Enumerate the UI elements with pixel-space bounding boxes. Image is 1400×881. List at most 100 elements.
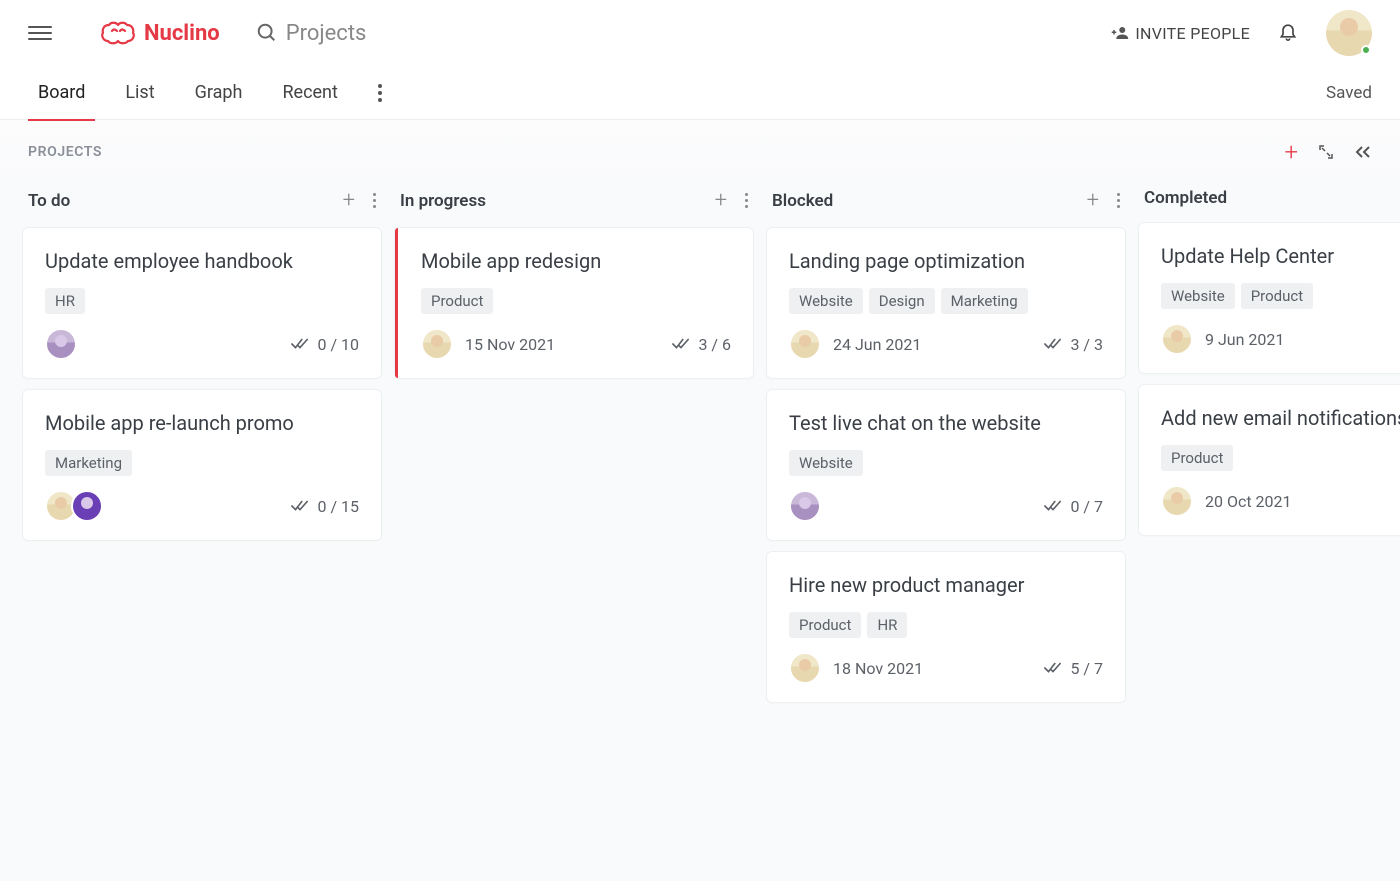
progress-text: 0 / 7 xyxy=(1070,497,1103,516)
tag: HR xyxy=(867,612,907,638)
search-icon xyxy=(256,22,278,44)
tag: Marketing xyxy=(45,450,132,476)
checklist-icon xyxy=(1044,661,1062,675)
board-card[interactable]: Test live chat on the websiteWebsite0 / … xyxy=(766,389,1126,541)
column-header: Completed xyxy=(1138,182,1400,222)
checklist-icon xyxy=(291,337,309,351)
tab-list[interactable]: List xyxy=(115,66,164,120)
column-header: In progress + xyxy=(394,182,754,227)
column-completed: Completed Update Help CenterWebsiteProduc… xyxy=(1138,182,1400,881)
online-status-dot xyxy=(1361,45,1371,55)
card-assignees xyxy=(45,328,77,360)
checklist-icon xyxy=(1044,337,1062,351)
card-footer: 0 / 15 xyxy=(45,490,359,522)
card-footer: 20 Oct 2021 xyxy=(1161,485,1400,517)
card-tags: Product xyxy=(421,288,731,314)
kanban-board: To do+Update employee handbookHR0 / 10Mo… xyxy=(0,182,1400,881)
card-footer: 9 Jun 2021 xyxy=(1161,323,1400,355)
board-card[interactable]: Mobile app redesign Product 15 Nov 2021 3 /… xyxy=(394,227,754,379)
card-progress: 3 / 6 xyxy=(672,335,731,354)
tag: Website xyxy=(789,450,863,476)
card-assignees xyxy=(1161,323,1193,355)
assignee-avatar xyxy=(789,652,821,684)
column-title: To do xyxy=(28,191,70,211)
search[interactable]: Projects xyxy=(256,21,367,46)
board-card[interactable]: Mobile app re-launch promo Marketing 0 / 1… xyxy=(22,389,382,541)
card-progress: 0 / 10 xyxy=(291,335,359,354)
card-title: Update employee handbook xyxy=(45,248,359,274)
column-in-progress: In progress + Mobile app redesign Product 15… xyxy=(394,182,754,881)
column-add-button[interactable]: + xyxy=(715,188,727,213)
view-tabs: BoardListGraphRecent Saved xyxy=(0,66,1400,120)
card-tags: WebsiteProduct xyxy=(1161,283,1400,309)
card-progress: 0 / 15 xyxy=(291,497,359,516)
more-views-button[interactable] xyxy=(368,74,392,112)
tab-board[interactable]: Board xyxy=(28,66,95,120)
assignee-avatar xyxy=(1161,485,1193,517)
card-tags: Marketing xyxy=(45,450,359,476)
notifications-button[interactable] xyxy=(1278,20,1298,46)
board-card[interactable]: Update Help CenterWebsiteProduct9 Jun 20… xyxy=(1138,222,1400,374)
column-blocked: Blocked + Landing page optimization Website… xyxy=(766,182,1126,881)
expand-icon xyxy=(1318,144,1334,160)
progress-text: 3 / 6 xyxy=(698,335,731,354)
tag: Product xyxy=(1161,445,1233,471)
app-header: Nuclino Projects INVITE PEOPLE xyxy=(0,0,1400,66)
expand-button[interactable] xyxy=(1318,144,1334,160)
card-title: Add new email notifications xyxy=(1161,405,1400,431)
tag: Marketing xyxy=(941,288,1028,314)
card-footer: 18 Nov 20215 / 7 xyxy=(789,652,1103,684)
column-menu-button[interactable] xyxy=(745,193,748,208)
card-assignees xyxy=(789,490,821,522)
progress-text: 0 / 15 xyxy=(317,497,359,516)
column-menu-button[interactable] xyxy=(1117,193,1120,208)
tag: Website xyxy=(1161,283,1235,309)
card-tags: ProductHR xyxy=(789,612,1103,638)
bell-icon xyxy=(1278,20,1298,42)
progress-text: 0 / 10 xyxy=(317,335,359,354)
collapse-panel-button[interactable] xyxy=(1354,144,1372,160)
logo-text: Nuclino xyxy=(144,21,220,46)
invite-label: INVITE PEOPLE xyxy=(1135,24,1250,43)
card-tags: Product xyxy=(1161,445,1400,471)
card-date: 24 Jun 2021 xyxy=(833,335,921,354)
checklist-icon xyxy=(291,499,309,513)
tab-graph[interactable]: Graph xyxy=(185,66,253,120)
checklist-icon xyxy=(672,337,690,351)
assignee-avatar xyxy=(789,328,821,360)
column-title: Blocked xyxy=(772,191,833,211)
chevrons-left-icon xyxy=(1354,144,1372,160)
card-date: 18 Nov 2021 xyxy=(833,659,923,678)
board-card[interactable]: Hire new product managerProductHR18 Nov … xyxy=(766,551,1126,703)
tag: Website xyxy=(789,288,863,314)
card-title: Mobile app re-launch promo xyxy=(45,410,359,436)
column-add-button[interactable]: + xyxy=(1087,188,1099,213)
card-title: Mobile app redesign xyxy=(421,248,731,274)
user-avatar[interactable] xyxy=(1326,10,1372,56)
board-card[interactable]: Update employee handbookHR0 / 10 xyxy=(22,227,382,379)
board-card[interactable]: Landing page optimizationWebsiteDesignMa… xyxy=(766,227,1126,379)
add-card-button[interactable]: + xyxy=(1284,138,1298,166)
brain-icon xyxy=(100,19,138,47)
column-title: Completed xyxy=(1144,188,1227,208)
column-header: Blocked + xyxy=(766,182,1126,227)
assignee-avatar xyxy=(789,490,821,522)
column-menu-button[interactable] xyxy=(373,193,376,208)
tag: Product xyxy=(421,288,493,314)
card-assignees xyxy=(421,328,453,360)
invite-people-button[interactable]: INVITE PEOPLE xyxy=(1111,24,1250,43)
card-footer: 24 Jun 20213 / 3 xyxy=(789,328,1103,360)
assignee-avatar xyxy=(1161,323,1193,355)
column-title: In progress xyxy=(400,191,486,211)
card-date: 15 Nov 2021 xyxy=(465,335,555,354)
tab-recent[interactable]: Recent xyxy=(272,66,347,120)
menu-button[interactable] xyxy=(28,21,52,45)
card-tags: Website xyxy=(789,450,1103,476)
board-card[interactable]: Add new email notifications Product 20 Oct… xyxy=(1138,384,1400,536)
column-header: To do + xyxy=(22,182,382,227)
card-title: Landing page optimization xyxy=(789,248,1103,274)
column-to-do: To do+Update employee handbookHR0 / 10Mo… xyxy=(22,182,382,881)
app-logo[interactable]: Nuclino xyxy=(100,19,220,47)
search-placeholder: Projects xyxy=(286,21,367,46)
column-add-button[interactable]: + xyxy=(343,188,355,213)
